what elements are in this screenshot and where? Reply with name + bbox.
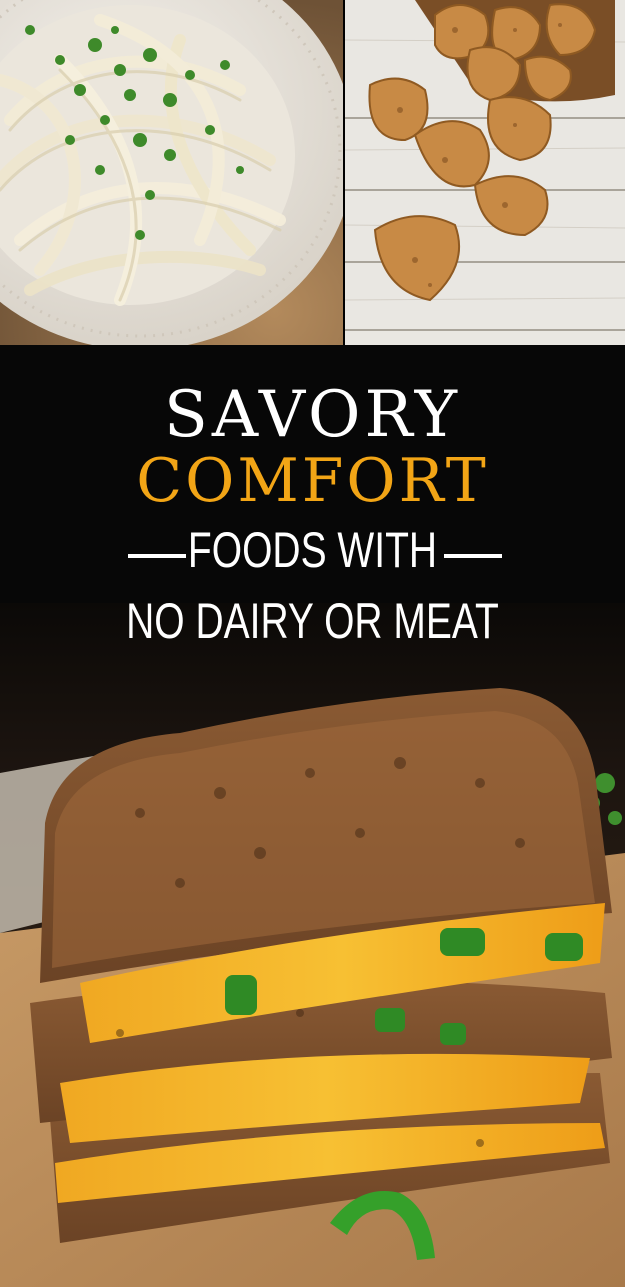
headline-no-dairy-or-meat: NO DAIRY OR MEAT [126,603,499,649]
grilled-cheese-photo: NO DAIRY OR MEAT [0,603,625,1287]
nuggets-photo [345,0,625,345]
headline-comfort: COMFORT [136,446,489,516]
pasta-photo [0,0,343,345]
title-banner: SAVORY COMFORT FOODS WITH [0,345,625,603]
headline-savory: SAVORY [164,378,461,452]
headline-foods-with: FOODS WITH [187,522,438,578]
